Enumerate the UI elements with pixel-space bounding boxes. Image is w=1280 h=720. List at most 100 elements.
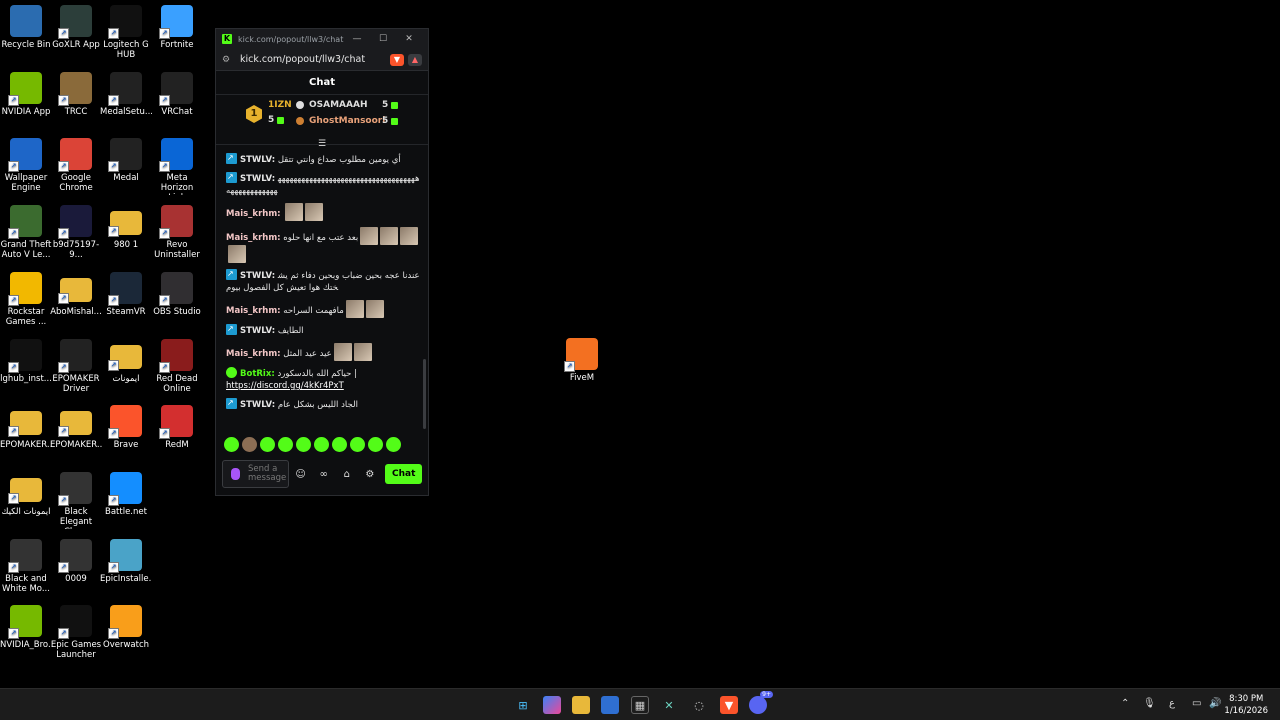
url-text[interactable]: kick.com/popout/llw3/chat: [236, 54, 386, 65]
store-icon[interactable]: ⌂: [335, 469, 358, 480]
brave-shields-icon[interactable]: ▼: [390, 53, 404, 66]
desktop-icon[interactable]: AboMishal...: [50, 272, 102, 317]
desktop-icon[interactable]: Red Dead Online: [151, 339, 203, 394]
desktop-icon[interactable]: VRChat: [151, 72, 203, 117]
desktop-icon[interactable]: Medal: [100, 138, 152, 183]
desktop-icon[interactable]: lghub_inst...: [0, 339, 52, 384]
desktop-icon[interactable]: Epic Games Launcher: [50, 605, 102, 660]
microphone-icon[interactable]: [231, 468, 240, 480]
chat-username[interactable]: Mais_krhm:: [226, 306, 281, 316]
chat-username[interactable]: Mais_krhm:: [226, 349, 281, 359]
desktop-icon[interactable]: EPOMAKER...: [0, 405, 52, 450]
desktop-icon[interactable]: Brave: [100, 405, 152, 450]
input-language[interactable]: ع: [1169, 698, 1175, 709]
desktop-icon[interactable]: b9d75197-9...: [50, 205, 102, 260]
leader-third[interactable]: GhostMansoori: [296, 116, 385, 126]
calculator-icon[interactable]: ▦: [631, 696, 649, 714]
address-bar[interactable]: ⚙ kick.com/popout/llw3/chat ▼ ▲: [216, 49, 428, 71]
goxlr-icon: [58, 5, 92, 39]
desktop-icon[interactable]: Wallpaper Engine: [0, 138, 52, 193]
chat-username[interactable]: STWLV:: [240, 400, 275, 410]
emote-icon[interactable]: [224, 437, 239, 452]
collapse-leaderboard-icon[interactable]: ☰: [216, 140, 428, 149]
brave-rewards-icon[interactable]: ▲: [408, 53, 422, 66]
start-icon[interactable]: ⊞: [514, 696, 532, 714]
volume-icon[interactable]: 🔊: [1209, 698, 1221, 709]
send-chat-button[interactable]: Chat: [385, 464, 423, 484]
chat-input[interactable]: Send a message: [222, 460, 289, 488]
desktop-icon-label: Black Elegant Clean Smo...: [59, 507, 93, 529]
desktop-icon[interactable]: EpicInstalle...: [100, 539, 152, 584]
emote-icon[interactable]: [332, 437, 347, 452]
desktop-icon-label: GoXLR App: [52, 40, 100, 50]
desktop-icon[interactable]: GoXLR App: [50, 5, 102, 50]
desktop-icon[interactable]: SteamVR: [100, 272, 152, 317]
chat-username[interactable]: Mais_krhm:: [226, 233, 281, 243]
minimize-button[interactable]: —: [344, 34, 370, 44]
desktop-icon[interactable]: Rockstar Games ...: [0, 272, 52, 327]
kicks-icon[interactable]: ∞: [312, 469, 335, 480]
emote-icon[interactable]: [296, 437, 311, 452]
scrollbar[interactable]: [423, 359, 426, 429]
desktop-icon[interactable]: Battle.net: [100, 472, 152, 517]
desktop-icon[interactable]: Overwatch: [100, 605, 152, 650]
discord-icon[interactable]: 9+: [749, 691, 773, 714]
file-explorer-icon[interactable]: [572, 696, 590, 714]
emote-picker-icon[interactable]: ☺: [289, 469, 312, 480]
desktop-icon[interactable]: Black and White Mo...: [0, 539, 52, 594]
clock-date: 1/16/2026: [1224, 706, 1268, 716]
desktop-icon[interactable]: EPOMAKER...: [50, 405, 102, 450]
desktop-icon[interactable]: 980 1: [100, 205, 152, 250]
chat-username[interactable]: BotRix:: [240, 369, 275, 379]
chat-message-text: الطايف: [277, 326, 304, 336]
desktop-icon[interactable]: Meta Horizon Link: [151, 138, 203, 195]
desktop-icon[interactable]: EPOMAKER Driver: [50, 339, 102, 394]
leader-second[interactable]: OSAMAAAH: [296, 100, 367, 110]
store-icon[interactable]: [601, 696, 619, 714]
desktop-icon[interactable]: 0009: [50, 539, 102, 584]
desktop-icon[interactable]: ايمونات: [100, 339, 152, 384]
desktop-icon[interactable]: OBS Studio: [151, 272, 203, 317]
discord-link[interactable]: https://discord.gg/4kKr4PxT: [226, 381, 344, 391]
brave-icon[interactable]: ▼: [720, 696, 738, 714]
chat-username[interactable]: STWLV:: [240, 271, 275, 281]
desktop-icon[interactable]: Fortnite: [151, 5, 203, 50]
emote-icon[interactable]: [350, 437, 365, 452]
emote-icon[interactable]: [242, 437, 257, 452]
desktop-icon[interactable]: MedalSetu...: [100, 72, 152, 117]
clock[interactable]: 8:30 PM 1/16/2026: [1224, 693, 1268, 717]
desktop-icon[interactable]: Google Chrome: [50, 138, 102, 193]
network-icon[interactable]: ▭: [1192, 698, 1201, 709]
emote-icon[interactable]: [278, 437, 293, 452]
emote-icon[interactable]: [368, 437, 383, 452]
desktop-icon[interactable]: RedM: [151, 405, 203, 450]
goxlr-icon[interactable]: ✕: [660, 696, 678, 714]
desktop-icon[interactable]: Grand Theft Auto V Le...: [0, 205, 52, 260]
chat-username[interactable]: STWLV:: [240, 155, 275, 165]
chat-message-text: الجاد الليس بشكل عام: [277, 400, 358, 410]
desktop-icon[interactable]: NVIDIA App: [0, 72, 52, 117]
emote-icon[interactable]: [386, 437, 401, 452]
microphone-icon[interactable]: 🎙: [1143, 698, 1156, 709]
desktop-icon[interactable]: Revo Uninstaller: [151, 205, 203, 260]
close-button[interactable]: ✕: [396, 34, 422, 44]
site-info-icon[interactable]: ⚙: [222, 55, 236, 65]
emote-icon[interactable]: [314, 437, 329, 452]
leader-first[interactable]: 1IZN: [268, 100, 292, 110]
show-hidden-icons[interactable]: ⌃: [1121, 698, 1129, 709]
desktop-icon[interactable]: Logitech G HUB: [100, 5, 152, 60]
desktop-icon[interactable]: ايمونات الكيك: [0, 472, 52, 517]
desktop-icon[interactable]: Black Elegant Clean Smo...: [50, 472, 102, 529]
emote-icon[interactable]: [260, 437, 275, 452]
desktop-icon[interactable]: Recycle Bin: [0, 5, 52, 50]
desktop-icon[interactable]: NVIDIA_Bro...: [0, 605, 52, 650]
copilot-icon[interactable]: [543, 696, 561, 714]
chat-username[interactable]: Mais_krhm:: [226, 209, 281, 219]
chat-username[interactable]: STWLV:: [240, 174, 275, 184]
settings-gear-icon[interactable]: ⚙: [358, 469, 381, 480]
chat-username[interactable]: STWLV:: [240, 326, 275, 336]
desktop-icon[interactable]: FiveM: [556, 338, 608, 383]
maximize-button[interactable]: ☐: [370, 34, 396, 44]
desktop-icon[interactable]: TRCC: [50, 72, 102, 117]
obs-icon[interactable]: ◌: [690, 696, 708, 714]
